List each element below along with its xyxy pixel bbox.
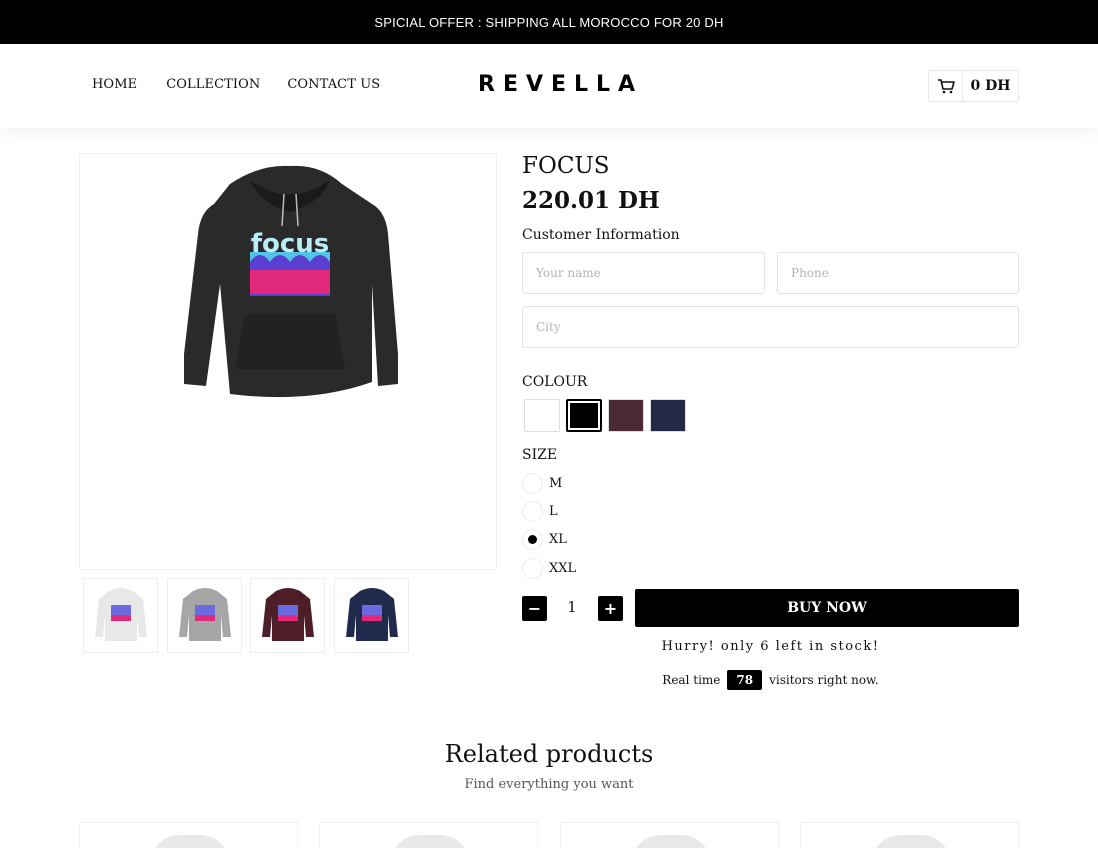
main-nav: HOME COLLECTION CONTACT US <box>92 77 380 92</box>
related-product-card[interactable] <box>319 822 538 848</box>
colour-swatch-navy[interactable] <box>650 399 686 432</box>
size-option-label: M <box>549 476 563 491</box>
nav-collection-link[interactable]: COLLECTION <box>166 77 260 92</box>
nav-home-link[interactable]: HOME <box>92 77 137 92</box>
city-input[interactable] <box>522 306 1019 348</box>
related-products-subtitle: Find everything you want <box>464 777 634 792</box>
cart-button[interactable]: 0 DH <box>928 70 1019 102</box>
quantity-increase-button[interactable]: + <box>598 596 623 621</box>
thumbnail-white[interactable] <box>83 578 158 653</box>
related-product-card[interactable] <box>560 822 779 848</box>
customer-info-label: Customer Information <box>522 227 680 243</box>
related-products-title: Related products <box>444 740 654 768</box>
related-product-card[interactable] <box>800 822 1019 848</box>
visitors-count-badge: 78 <box>727 670 763 690</box>
size-radio[interactable] <box>522 558 543 579</box>
size-option-m[interactable]: M <box>522 473 562 494</box>
size-radio[interactable] <box>522 501 543 522</box>
site-header: HOME COLLECTION CONTACT US REVELLA 0 DH <box>0 44 1098 128</box>
brand-logo[interactable]: REVELLA <box>478 72 643 97</box>
colour-swatch-black[interactable] <box>566 399 602 432</box>
colour-label: COLOUR <box>522 374 588 390</box>
colour-swatch-white[interactable] <box>524 399 560 432</box>
size-label: SIZE <box>522 447 558 463</box>
size-option-label: L <box>549 504 558 519</box>
thumbnail-grey[interactable] <box>167 578 242 653</box>
announcement-bar: SPICIAL OFFER : SHIPPING ALL MOROCCO FOR… <box>0 0 1098 44</box>
product-title: FOCUS <box>522 153 610 179</box>
size-option-label: XXL <box>549 561 577 576</box>
thumbnail-navy[interactable] <box>334 578 409 653</box>
size-radio-selected[interactable] <box>522 529 543 550</box>
colour-swatch-maroon[interactable] <box>608 399 644 432</box>
visitors-prefix: Real time <box>662 673 721 687</box>
nav-contact-link[interactable]: CONTACT US <box>287 77 380 92</box>
phone-input[interactable] <box>777 252 1019 294</box>
visitors-suffix: visitors right now. <box>769 673 879 687</box>
buy-now-button[interactable]: BUY NOW <box>635 589 1019 627</box>
product-main-image[interactable]: focus <box>79 153 497 570</box>
size-option-xxl[interactable]: XXL <box>522 558 576 579</box>
quantity-decrease-button[interactable]: − <box>522 596 547 621</box>
cart-total: 0 DH <box>970 78 1011 94</box>
related-product-card[interactable] <box>79 822 298 848</box>
thumbnail-maroon[interactable] <box>250 578 325 653</box>
cart-icon <box>929 71 963 101</box>
size-radio[interactable] <box>522 473 543 494</box>
stock-notice: Hurry! only 6 left in stock! <box>661 639 880 654</box>
name-input[interactable] <box>522 252 765 294</box>
product-price: 220.01 DH <box>522 187 660 214</box>
hoodie-image: focus <box>184 165 398 398</box>
size-option-xl[interactable]: XL <box>522 529 567 550</box>
announcement-text: SPICIAL OFFER : SHIPPING ALL MOROCCO FOR… <box>374 14 724 30</box>
size-option-label: XL <box>549 532 567 547</box>
size-option-l[interactable]: L <box>522 501 558 522</box>
hoodie-print-text: focus <box>251 229 330 259</box>
quantity-value[interactable]: 1 <box>563 598 581 616</box>
visitors-notice: Real time 78 visitors right now. <box>522 670 1019 690</box>
